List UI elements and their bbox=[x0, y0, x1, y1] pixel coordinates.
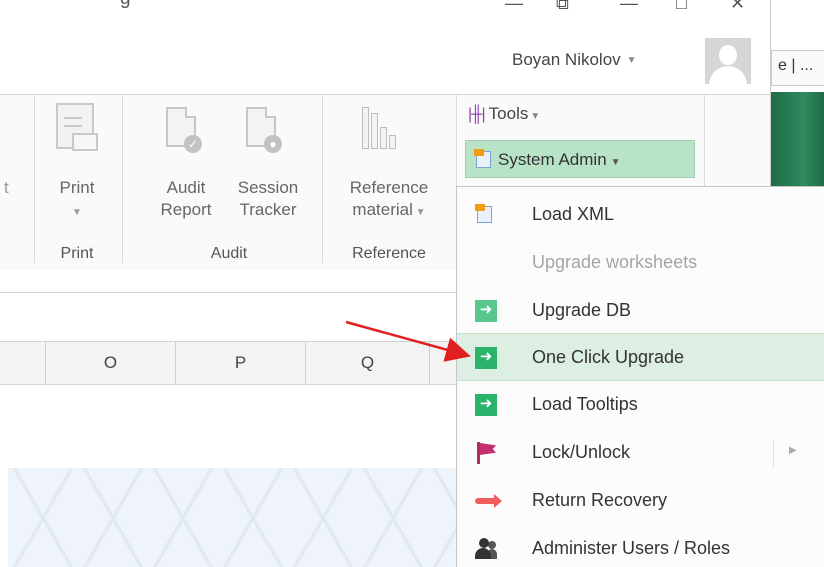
reference-books-icon bbox=[362, 105, 402, 149]
menu-item-upgrade-worksheets: Upgrade worksheets bbox=[457, 239, 824, 287]
menu-item-lock-unlock[interactable]: Lock/Unlock ▶ bbox=[457, 429, 824, 477]
xml-document-icon bbox=[475, 204, 497, 226]
minimize-icon[interactable]: — bbox=[620, 0, 638, 12]
menu-item-label: Load XML bbox=[532, 204, 615, 224]
window-title-partial: g bbox=[120, 0, 131, 10]
ribbon-clipped-label: t bbox=[4, 178, 9, 197]
red-arrow-icon bbox=[475, 490, 502, 512]
print-button[interactable]: Print ▼ bbox=[44, 95, 110, 241]
tools-button[interactable]: |╫| Tools ▼ bbox=[468, 104, 540, 124]
audit-report-label-line1: Audit bbox=[166, 178, 206, 197]
menu-item-load-tooltips[interactable]: ➜ Load Tooltips bbox=[457, 381, 824, 429]
background-window: e | ... bbox=[770, 0, 824, 186]
close-icon[interactable]: ✕ bbox=[730, 0, 745, 12]
chevron-down-icon: ▼ bbox=[412, 207, 426, 218]
menu-item-upgrade-db[interactable]: ➜ Upgrade DB bbox=[457, 287, 824, 335]
chevron-down-icon: ▼ bbox=[530, 111, 541, 122]
avatar[interactable] bbox=[705, 38, 751, 84]
chevron-down-icon: ▼ bbox=[610, 157, 621, 168]
menu-item-return-recovery[interactable]: Return Recovery bbox=[457, 477, 824, 525]
tools-label: Tools bbox=[488, 104, 529, 123]
chevron-down-icon: ▼ bbox=[626, 55, 637, 66]
chevron-down-icon: ▼ bbox=[72, 207, 82, 218]
system-admin-label: System Admin bbox=[498, 150, 607, 169]
audit-report-label-line2: Report bbox=[160, 200, 212, 219]
reference-material-button[interactable]: Reference material ▼ bbox=[334, 95, 444, 241]
ribbon-display-icon[interactable]: ⧉ bbox=[556, 0, 569, 12]
group-label-audit: Audit bbox=[210, 245, 248, 262]
menu-item-administer-users-roles[interactable]: Administer Users / Roles bbox=[457, 525, 824, 567]
account-menu[interactable]: Boyan Nikolov ▼ bbox=[512, 50, 637, 70]
reference-material-label-line1: Reference bbox=[349, 178, 429, 197]
menu-item-label: Lock/Unlock bbox=[532, 442, 631, 462]
column-headers: O P Q bbox=[0, 341, 456, 385]
column-header-o[interactable]: O bbox=[46, 342, 176, 384]
menu-item-label: Upgrade DB bbox=[532, 300, 632, 320]
green-arrow-icon: ➜ bbox=[475, 394, 497, 416]
menu-item-label: One Click Upgrade bbox=[532, 347, 685, 367]
dropdown-control-icon[interactable]: — bbox=[505, 0, 523, 12]
green-arrow-icon: ➜ bbox=[475, 300, 497, 322]
menu-item-label: Load Tooltips bbox=[532, 394, 638, 414]
session-tracker-label-line1: Session bbox=[237, 178, 299, 197]
background-window-title: e | ... bbox=[771, 50, 824, 86]
menu-item-label: Return Recovery bbox=[532, 490, 668, 510]
submenu-arrow-icon[interactable]: ▶ bbox=[789, 445, 797, 456]
audit-report-icon: ✓ bbox=[166, 107, 202, 153]
reference-material-label-line2: material bbox=[352, 200, 413, 219]
users-icon bbox=[475, 538, 497, 560]
sheet-background-pattern bbox=[8, 468, 456, 567]
xml-document-icon bbox=[474, 149, 492, 169]
flag-icon bbox=[475, 442, 497, 464]
audit-report-button[interactable]: ✓ Audit Report bbox=[150, 95, 222, 241]
maximize-icon[interactable]: □ bbox=[676, 0, 687, 12]
menu-item-one-click-upgrade[interactable]: ➜ One Click Upgrade bbox=[457, 333, 824, 381]
system-admin-button[interactable]: System Admin ▼ bbox=[465, 140, 695, 178]
formula-bar[interactable] bbox=[0, 293, 456, 341]
column-header-p[interactable]: P bbox=[176, 342, 306, 384]
background-window-banner bbox=[771, 92, 824, 186]
green-arrow-icon: ➜ bbox=[475, 347, 497, 369]
printer-icon bbox=[56, 103, 98, 151]
group-label-print: Print bbox=[60, 245, 94, 262]
session-tracker-label-line2: Tracker bbox=[239, 200, 297, 219]
column-header-q[interactable]: Q bbox=[306, 342, 430, 384]
session-tracker-icon: ● bbox=[246, 107, 282, 153]
menu-item-label: Administer Users / Roles bbox=[532, 538, 731, 558]
system-admin-menu: Load XML Upgrade worksheets ➜ Upgrade DB… bbox=[456, 186, 824, 567]
session-tracker-button[interactable]: ● Session Tracker bbox=[228, 95, 308, 241]
menu-item-label: Upgrade worksheets bbox=[532, 252, 698, 272]
print-label: Print bbox=[59, 178, 95, 197]
equalizer-icon: |╫| bbox=[468, 106, 486, 123]
group-label-reference: Reference bbox=[352, 245, 426, 262]
menu-item-load-xml[interactable]: Load XML bbox=[457, 191, 824, 239]
title-bar: g — ⧉ — □ ✕ Boyan Nikolov ▼ bbox=[0, 0, 770, 94]
account-name: Boyan Nikolov bbox=[512, 50, 621, 69]
